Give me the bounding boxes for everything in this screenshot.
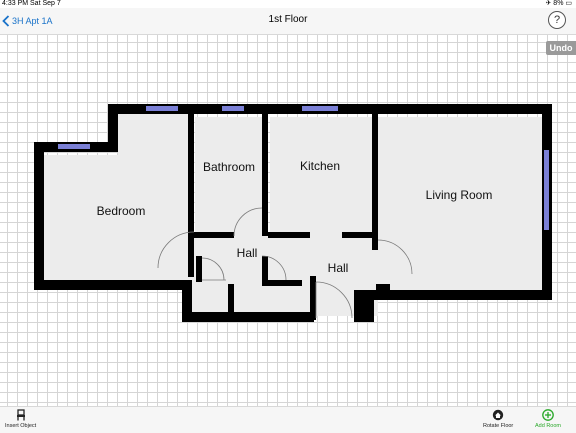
floor-plan: Bedroom Bathroom Kitchen Living Room Hal… <box>34 104 552 322</box>
help-button[interactable]: ? <box>548 11 566 29</box>
page-title: 1st Floor <box>268 14 308 25</box>
room-label-bathroom[interactable]: Bathroom <box>203 160 255 174</box>
rotate-floor-label: Rotate Floor <box>483 423 514 429</box>
room-label-bedroom[interactable]: Bedroom <box>97 204 146 218</box>
insert-object-button[interactable]: Insert Object <box>5 409 36 429</box>
floor-plan-canvas[interactable]: Undo Bedroom Bathroom Kitchen Living Roo… <box>0 35 576 406</box>
room-label-hall-2[interactable]: Hall <box>328 261 349 275</box>
rotate-house-icon <box>492 409 504 421</box>
status-bar: 4:33 PM Sat Sep 7 ✈ 8% ▭ <box>0 0 576 8</box>
insert-object-label: Insert Object <box>5 423 37 429</box>
rotate-floor-button[interactable]: Rotate Floor <box>483 409 513 429</box>
bottom-toolbar: Insert Object Rotate Floor Add Room <box>0 406 576 433</box>
add-room-label: Add Room <box>535 423 561 429</box>
room-label-living-room[interactable]: Living Room <box>426 188 493 202</box>
chair-icon <box>16 409 25 421</box>
plus-circle-icon <box>542 409 554 421</box>
status-time: 4:33 PM Sat Sep 7 <box>2 0 61 7</box>
room-label-hall[interactable]: Hall <box>237 246 258 260</box>
room-label-kitchen[interactable]: Kitchen <box>300 159 340 173</box>
status-battery: ✈ 8% ▭ <box>545 0 573 7</box>
add-room-button[interactable]: Add Room <box>535 409 561 429</box>
navigation-bar: 3H Apt 1A 1st Floor ? <box>0 8 576 35</box>
